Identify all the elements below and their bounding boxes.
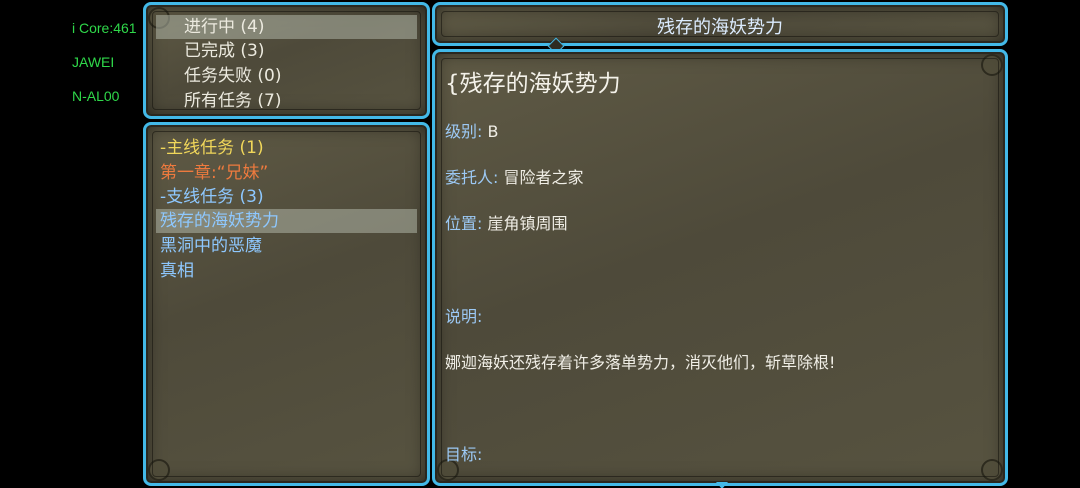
quest-level: 级别: B <box>445 118 498 142</box>
filter-label: 任务失败 (0) <box>184 66 282 86</box>
debug-vendor-text: JAWEI <box>72 54 115 70</box>
debug-model-text: N-AL00 <box>72 88 120 104</box>
list-item-label: 第一章:“兄妹” <box>160 163 269 183</box>
quest-item-chapter-one[interactable]: 第一章:“兄妹” <box>156 161 417 185</box>
level-label: 级别: <box>445 122 483 141</box>
corner-ornament-icon <box>981 459 1003 481</box>
level-value: B <box>482 122 499 141</box>
goal-label: 目标: <box>445 445 483 464</box>
quest-client: 委托人: 冒险者之家 <box>445 164 584 188</box>
filter-label: 进行中 (4) <box>184 17 265 37</box>
quest-detail-panel[interactable]: {残存的海妖势力 级别: B 委托人: 冒险者之家 位置: 崖角镇周围 说明: … <box>432 49 1008 488</box>
filter-in-progress[interactable]: 进行中 (4) <box>156 15 417 39</box>
quest-list-panel: -主线任务 (1) 第一章:“兄妹” -支线任务 (3) 残存的海妖势力 黑洞中… <box>143 122 430 486</box>
client-value: 冒险者之家 <box>498 168 584 187</box>
quest-category-main[interactable]: -主线任务 (1) <box>156 136 417 160</box>
quest-goal-label: 目标: <box>445 441 482 465</box>
quest-category-side[interactable]: -支线任务 (3) <box>156 185 417 209</box>
location-label: 位置: <box>445 214 483 233</box>
quest-item-remnant-naga[interactable]: 残存的海妖势力 <box>156 209 417 233</box>
filter-label: 已完成 (3) <box>184 41 265 61</box>
list-item-label: -支线任务 (3) <box>160 187 264 207</box>
quest-description-label: 说明: <box>445 303 482 327</box>
filter-label: 所有任务 (7) <box>184 91 282 111</box>
corner-ornament-icon <box>148 459 170 481</box>
list-item-label: -主线任务 (1) <box>160 138 264 158</box>
quest-description-text: 娜迦海妖还残存着许多落单势力，消灭他们，斩草除根! <box>445 353 836 372</box>
quest-item-blackhole-demon[interactable]: 黑洞中的恶魔 <box>156 234 417 258</box>
quest-title: {残存的海妖势力 <box>445 71 621 97</box>
quest-header-title: 残存的海妖势力 <box>657 17 783 38</box>
filter-completed[interactable]: 已完成 (3) <box>156 39 417 63</box>
list-item-label: 残存的海妖势力 <box>160 211 279 231</box>
client-label: 委托人: <box>445 168 499 187</box>
filter-all[interactable]: 所有任务 (7) <box>156 89 417 113</box>
debug-core-text: i Core:461 <box>72 20 137 36</box>
quest-filter-panel: 进行中 (4) 已完成 (3) 任务失败 (0) 所有任务 (7) <box>143 2 430 119</box>
corner-ornament-icon <box>981 54 1003 76</box>
location-value: 崖角镇周围 <box>482 214 568 233</box>
quest-header-bar: 残存的海妖势力 <box>432 2 1008 55</box>
scroll-down-icon[interactable] <box>716 482 728 488</box>
list-item-label: 真相 <box>160 261 194 281</box>
quest-item-truth[interactable]: 真相 <box>156 259 417 283</box>
quest-location: 位置: 崖角镇周围 <box>445 210 568 234</box>
description-label: 说明: <box>445 307 483 326</box>
list-item-label: 黑洞中的恶魔 <box>160 236 262 256</box>
filter-failed[interactable]: 任务失败 (0) <box>156 64 417 88</box>
